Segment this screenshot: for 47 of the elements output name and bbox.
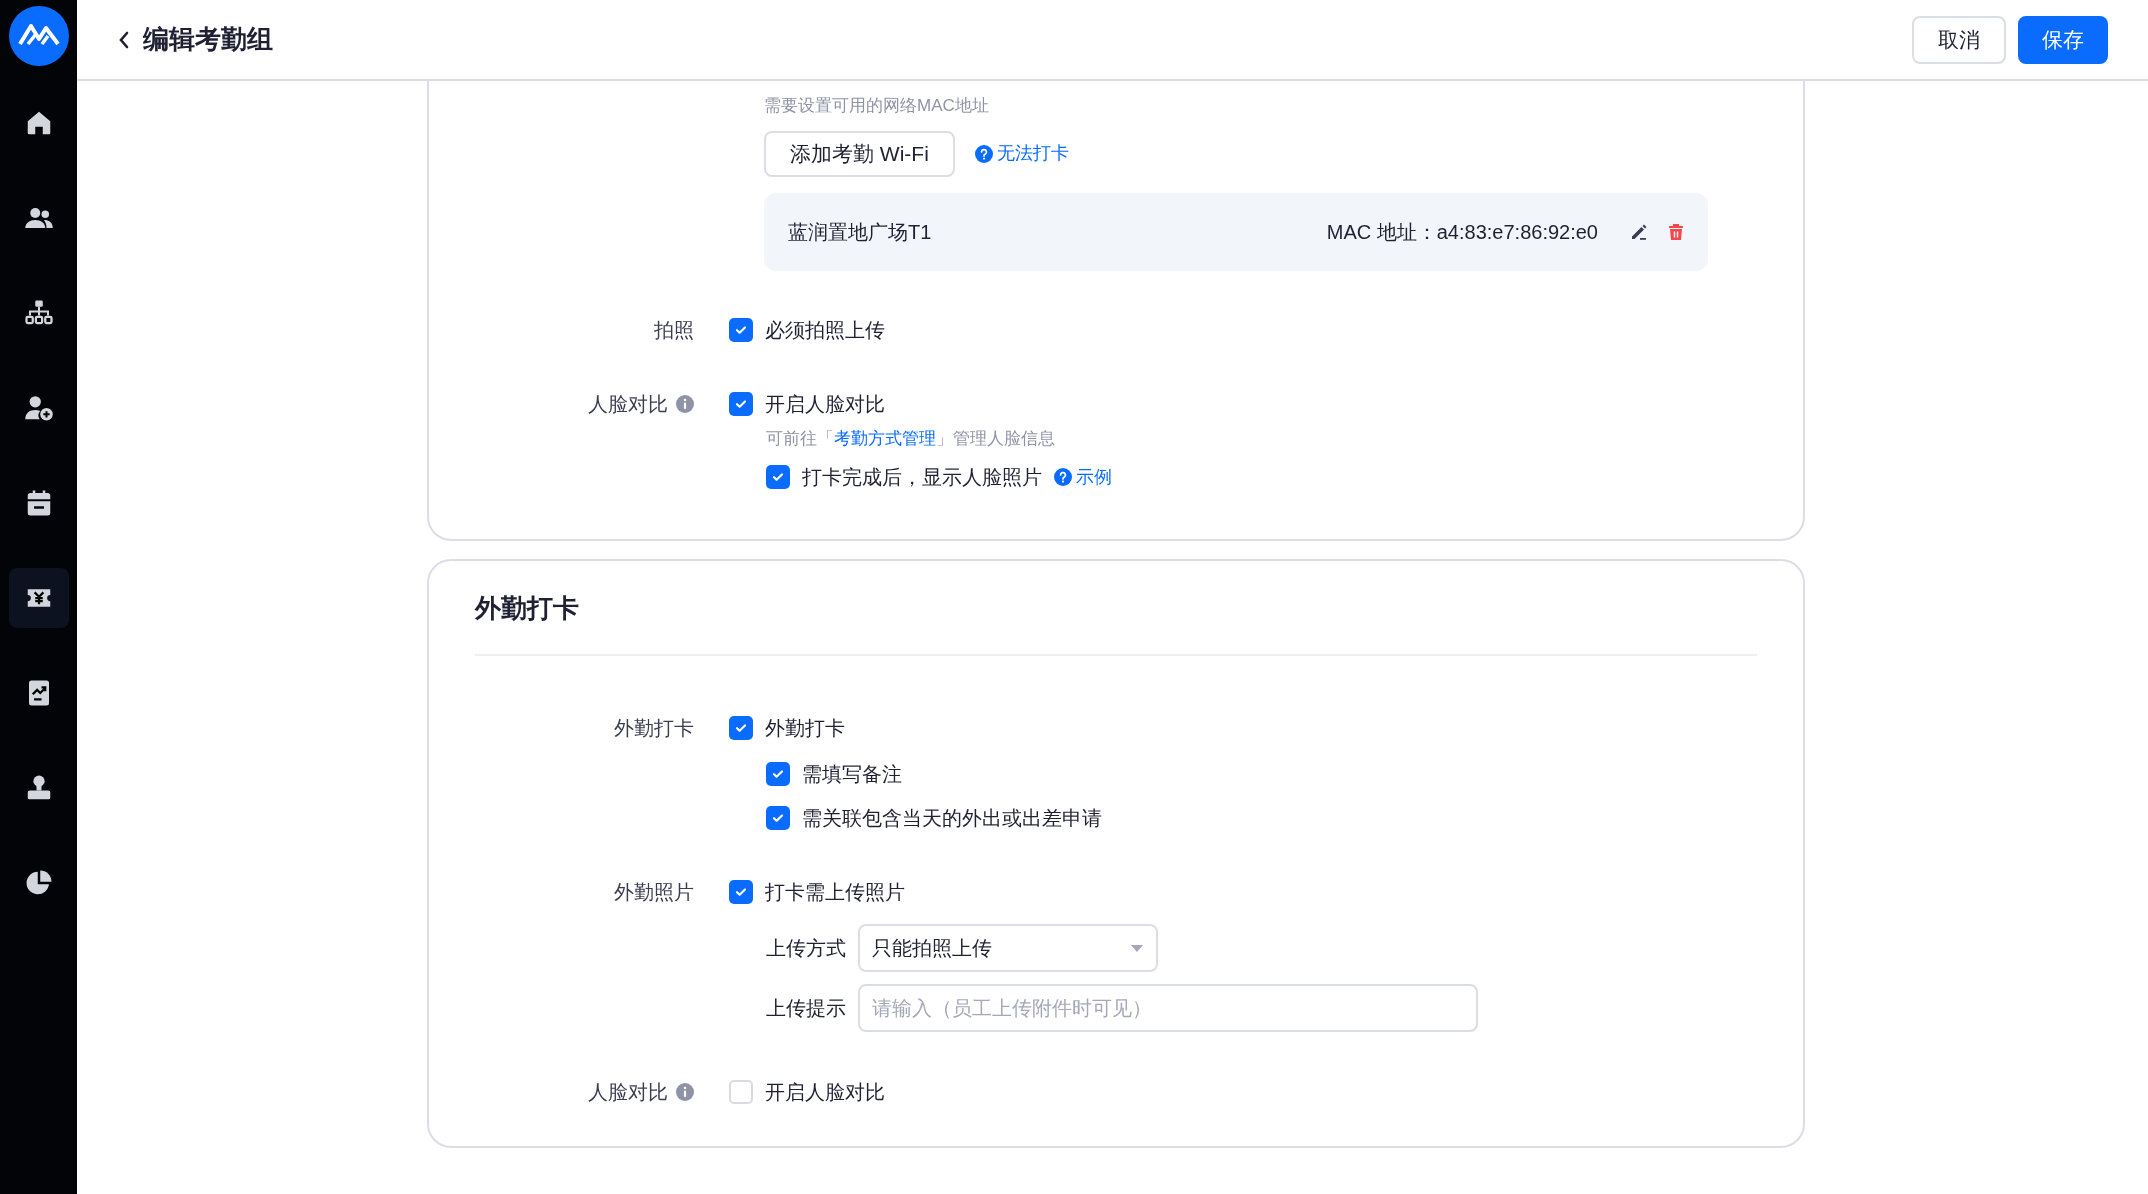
pencil-icon [1630, 222, 1648, 241]
row-label: 外勤打卡 [614, 716, 694, 741]
row-label: 人脸对比 [588, 391, 668, 417]
wifi-name: 蓝润置地广场T1 [788, 219, 932, 245]
settings-link[interactable]: 考勤方式管理 [834, 428, 936, 448]
wifi-hint: 需要设置可用的网络MAC地址 [764, 95, 990, 117]
upload-method-select[interactable]: 只能拍照上传 [858, 924, 1158, 972]
field-label: 上传方式 [766, 936, 846, 961]
checkbox[interactable] [729, 716, 753, 740]
checkbox[interactable] [729, 1080, 753, 1104]
row-label: 拍照 [654, 317, 694, 343]
checkbox-label: 外勤打卡 [765, 716, 845, 741]
help-icon [974, 144, 993, 163]
checkbox[interactable] [766, 806, 790, 830]
help-icon [1054, 468, 1072, 486]
checkbox[interactable] [766, 762, 790, 786]
mac-address: MAC 地址：a4:83:e7:86:92:e0 [1326, 219, 1598, 245]
hint-text: 可前往「考勤方式管理」管理人脸信息 [766, 427, 1056, 450]
row-label: 人脸对比 [588, 1080, 668, 1105]
field-label: 上传提示 [766, 996, 846, 1021]
checkbox-label: 打卡完成后，显示人脸照片 [802, 465, 1042, 490]
delete-button[interactable] [1668, 222, 1684, 241]
checkbox[interactable] [729, 880, 753, 904]
checkbox[interactable] [766, 465, 790, 489]
cancel-button[interactable]: 取消 [1912, 15, 2006, 64]
checkbox-label: 开启人脸对比 [765, 391, 885, 417]
add-wifi-button[interactable]: 添加考勤 Wi-Fi [764, 130, 955, 177]
trash-icon [1668, 222, 1684, 241]
upload-hint-field[interactable]: 请输入（员工上传附件时可见） [858, 984, 1478, 1032]
app-logo[interactable] [8, 6, 69, 66]
checkbox-label: 打卡需上传照片 [765, 880, 905, 905]
help-link[interactable]: 无法打卡 [996, 140, 1069, 167]
section-title: 外勤打卡 [475, 592, 580, 625]
checkbox-label: 必须拍照上传 [765, 317, 885, 343]
row-label: 外勤照片 [614, 880, 694, 905]
caret-icon [1130, 943, 1144, 953]
sidebar-nav-item[interactable] [8, 568, 69, 628]
page-title: 编辑考勤组 [143, 23, 273, 56]
checkbox-label: 需关联包含当天的外出或出差申请 [802, 806, 1102, 831]
edit-button[interactable] [1630, 222, 1648, 241]
user-add-icon [23, 393, 54, 423]
checkbox[interactable] [729, 391, 753, 416]
example-link[interactable]: 示例 [1076, 463, 1112, 491]
checkbox-label: 需填写备注 [802, 762, 902, 787]
save-button[interactable]: 保存 [2018, 15, 2108, 64]
checkbox[interactable] [729, 317, 753, 342]
checkbox-label: 开启人脸对比 [765, 1080, 885, 1105]
